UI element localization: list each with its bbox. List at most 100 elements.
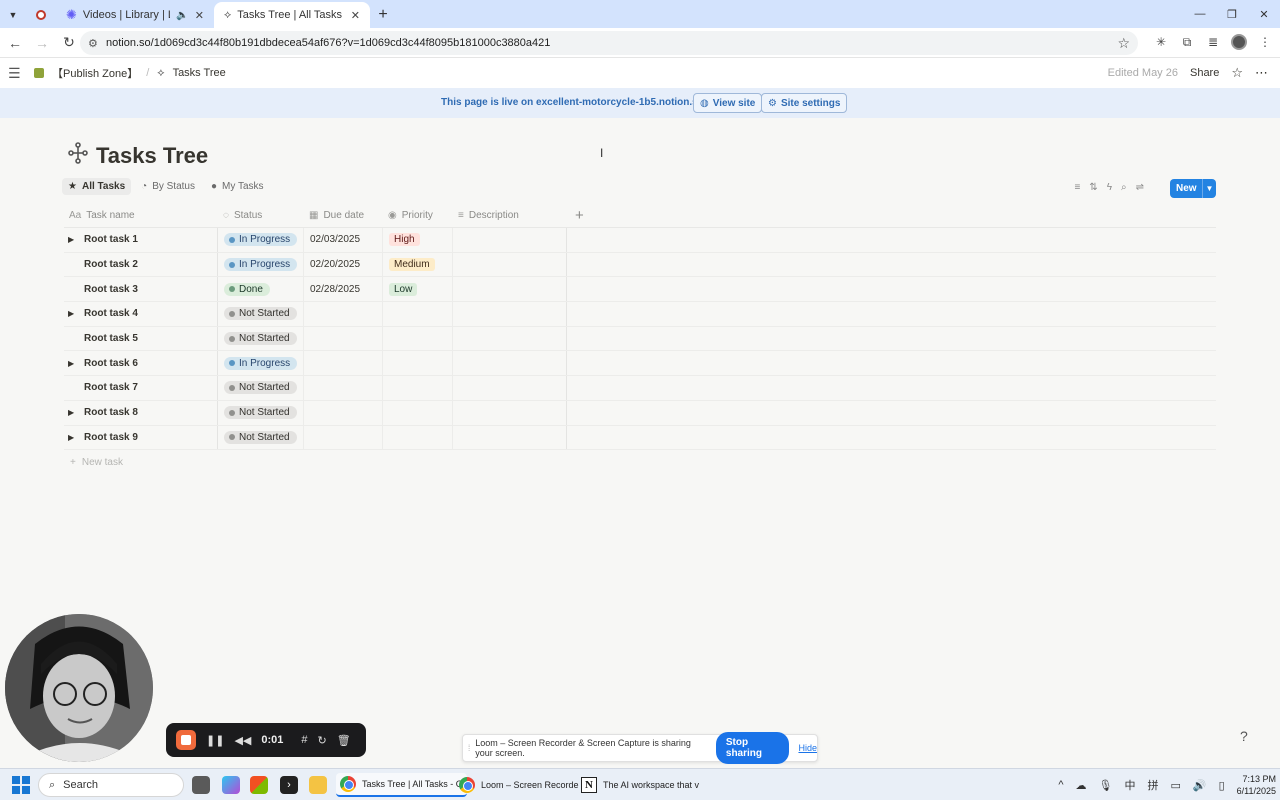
add-property-icon[interactable]: + (567, 204, 627, 227)
page-title[interactable]: Tasks Tree (96, 143, 208, 169)
back-icon[interactable]: ← (3, 31, 27, 55)
new-button[interactable]: New ▼ (1170, 179, 1216, 198)
table-row[interactable]: ▶ Root task 6 In Progress (64, 351, 1216, 377)
cell-status[interactable]: Not Started (218, 376, 304, 400)
view-tab-by-status[interactable]: ◔ By Status (135, 178, 201, 195)
table-row[interactable]: ▶ Root task 4 Not Started (64, 302, 1216, 327)
favorite-star-icon[interactable]: ☆ (1231, 65, 1243, 81)
chevron-down-icon[interactable]: ▼ (1202, 179, 1216, 198)
cell-description[interactable] (453, 252, 567, 277)
clock[interactable]: 7:13 PM 6/11/2025 (1237, 773, 1276, 797)
cell-description[interactable] (453, 376, 567, 400)
file-explorer-icon[interactable] (309, 776, 327, 794)
cell-status[interactable]: Not Started (218, 326, 304, 351)
windows-start-icon[interactable] (12, 776, 30, 794)
cell-description[interactable] (453, 302, 567, 326)
profile-avatar[interactable] (1230, 33, 1248, 51)
cell-task-name[interactable]: Root task 5 (64, 326, 218, 351)
table-row[interactable]: Root task 2 In Progress 02/20/2025 Mediu… (64, 252, 1216, 278)
cell-description[interactable] (453, 228, 567, 252)
cell-task-name[interactable]: Root task 2 (64, 252, 218, 277)
cell-priority[interactable]: Medium (383, 252, 453, 277)
stop-recording-button[interactable] (176, 730, 196, 750)
cell-description[interactable] (453, 326, 567, 351)
cell-task-name[interactable]: ▶ Root task 8 (64, 400, 218, 425)
tab-loom-library[interactable]: ✺ Videos | Library | Loom 🔈 ✕ (56, 2, 214, 28)
cell-priority[interactable] (383, 425, 453, 450)
cell-due-date[interactable] (304, 302, 383, 326)
column-header-due-date[interactable]: ▦ Due date (304, 204, 383, 227)
minimize-icon[interactable]: — (1184, 0, 1216, 28)
cell-status[interactable]: In Progress (218, 351, 304, 376)
rewind-icon[interactable]: ◀◀ (234, 734, 251, 747)
new-tab-button[interactable]: + (370, 2, 396, 28)
drag-handle-icon[interactable]: ⁞ (463, 743, 475, 753)
cell-due-date[interactable]: 02/28/2025 (304, 277, 383, 302)
restart-icon[interactable]: ↻ (318, 734, 327, 747)
tab-tasks-tree[interactable]: ⟡ Tasks Tree | All Tasks ✕ (214, 2, 370, 28)
sidebar-menu-icon[interactable]: ☰ (8, 65, 21, 82)
taskbar-app-chrome-loom[interactable]: Loom – Screen Recorde (455, 773, 583, 797)
tab-pinned-recording[interactable] (26, 2, 56, 28)
breadcrumb-page[interactable]: Tasks Tree (173, 67, 226, 79)
table-row[interactable]: ▶ Root task 8 Not Started (64, 400, 1216, 426)
microphone-icon[interactable]: 🎙 (1098, 779, 1112, 792)
cell-status[interactable]: Done (218, 277, 304, 302)
cell-due-date[interactable] (304, 351, 383, 376)
cell-due-date[interactable]: 02/03/2025 (304, 228, 383, 252)
site-settings-button[interactable]: ⚙ Site settings (761, 93, 848, 113)
cell-due-date[interactable] (304, 326, 383, 351)
tree-page-icon[interactable] (68, 142, 88, 170)
column-header-task-name[interactable]: Aa Task name (64, 204, 218, 227)
cell-priority[interactable] (383, 376, 453, 400)
terminal-icon[interactable]: › (280, 776, 298, 794)
close-window-icon[interactable]: ✕ (1248, 0, 1280, 28)
cell-priority[interactable] (383, 400, 453, 425)
webcam-bubble[interactable] (5, 614, 153, 762)
table-row[interactable]: ▶ Root task 1 In Progress 02/03/2025 Hig… (64, 228, 1216, 253)
copilot-icon[interactable] (222, 776, 240, 794)
table-row[interactable]: Root task 3 Done 02/28/2025 Low (64, 277, 1216, 303)
column-header-description[interactable]: ≡ Description (453, 204, 567, 227)
cell-task-name[interactable]: ▶ Root task 9 (64, 425, 218, 450)
column-header-priority[interactable]: ◉ Priority (383, 204, 453, 227)
toggle-arrow-icon[interactable]: ▶ (68, 359, 78, 368)
table-row[interactable]: ▶ Root task 9 Not Started (64, 425, 1216, 451)
cell-task-name[interactable]: ▶ Root task 4 (64, 302, 218, 326)
breadcrumb-workspace[interactable]: 【Publish Zone】 (52, 65, 138, 81)
site-info-icon[interactable]: ⚙ (88, 37, 104, 50)
cell-task-name[interactable]: Root task 3 (64, 277, 218, 302)
cell-description[interactable] (453, 351, 567, 376)
cell-description[interactable] (453, 277, 567, 302)
store-icon[interactable] (250, 776, 268, 794)
cell-priority[interactable] (383, 302, 453, 326)
cell-description[interactable] (453, 400, 567, 425)
grid-icon[interactable]: # (301, 734, 307, 746)
new-task-button[interactable]: + New task (70, 457, 123, 468)
puzzle-icon[interactable]: ⧉ (1178, 33, 1196, 51)
tab-search-chevron-icon[interactable]: ▼ (0, 2, 26, 28)
loom-extension-icon[interactable]: ✳ (1152, 33, 1170, 51)
search-icon[interactable]: ⌕ (1121, 182, 1127, 193)
cell-due-date[interactable] (304, 425, 383, 450)
media-icon[interactable]: ≣ (1204, 33, 1222, 51)
battery-icon[interactable]: ▯ (1219, 779, 1225, 792)
view-tab-my-tasks[interactable]: ● My Tasks (205, 178, 270, 195)
cell-due-date[interactable] (304, 376, 383, 400)
volume-icon[interactable]: 🔊 (1193, 779, 1207, 792)
cell-status[interactable]: Not Started (218, 400, 304, 425)
sort-icon[interactable]: ⇅ (1089, 182, 1097, 193)
chevron-up-icon[interactable]: ^ (1058, 779, 1063, 791)
edited-timestamp[interactable]: Edited May 26 (1108, 67, 1178, 79)
bookmark-star-icon[interactable]: ☆ (1117, 35, 1130, 52)
task-view-icon[interactable] (192, 776, 210, 794)
hide-link[interactable]: Hide (798, 743, 817, 753)
toggle-arrow-icon[interactable]: ▶ (68, 408, 78, 417)
forward-icon[interactable]: → (30, 31, 54, 55)
cell-description[interactable] (453, 425, 567, 450)
cell-task-name[interactable]: ▶ Root task 1 (64, 228, 218, 252)
table-row[interactable]: Root task 5 Not Started (64, 326, 1216, 352)
cell-status[interactable]: In Progress (218, 228, 304, 252)
taskbar-app-notion[interactable]: N The AI workspace that v (577, 773, 703, 797)
view-tab-all-tasks[interactable]: ★ All Tasks (62, 178, 132, 195)
